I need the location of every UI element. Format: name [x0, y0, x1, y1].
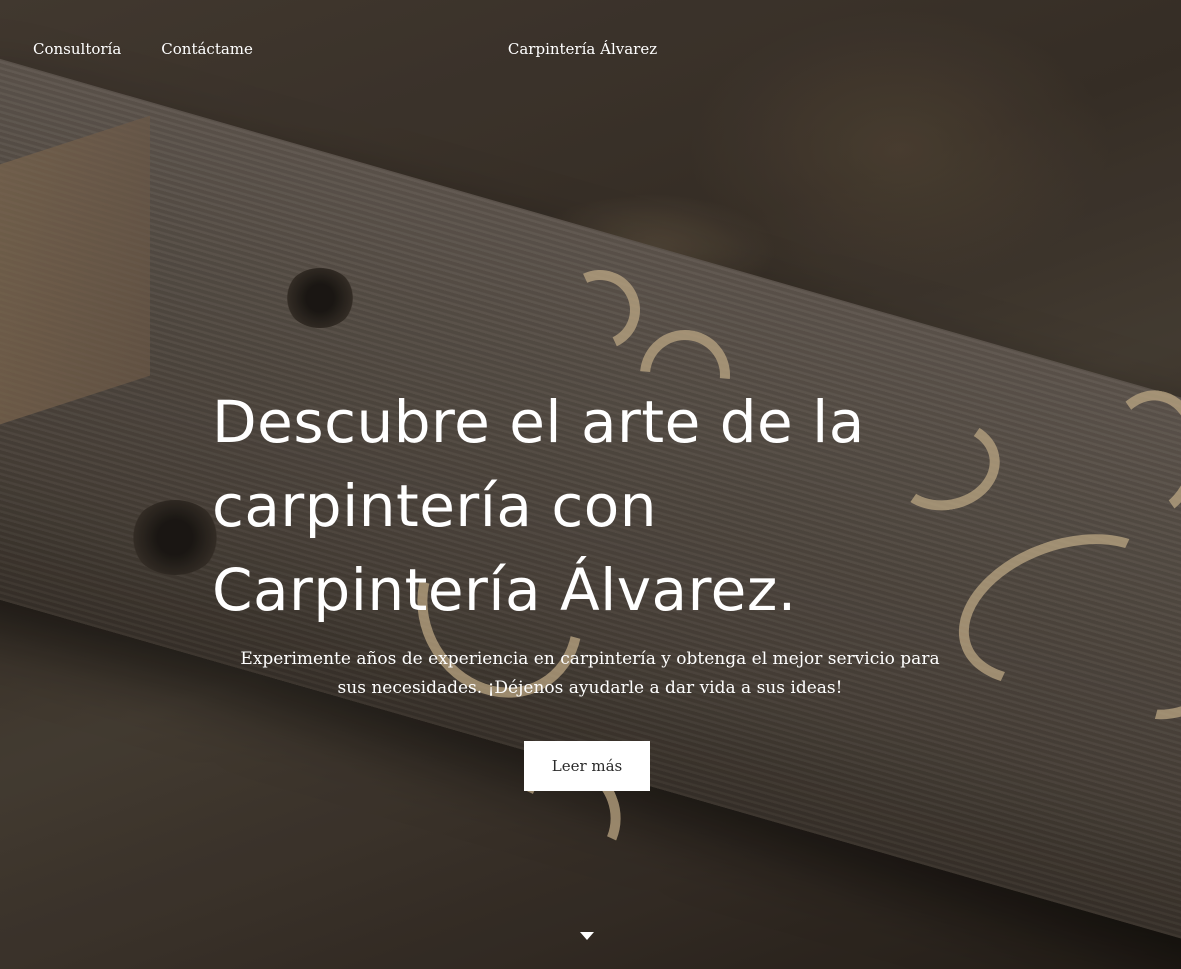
hero-headline: Descubre el arte de la carpintería con C…: [212, 388, 865, 624]
hero-section: Consultoría Contáctame Carpintería Álvar…: [0, 0, 1181, 969]
site-title[interactable]: Carpintería Álvarez: [0, 40, 1173, 58]
hero-subtext: Experimente años de experiencia en carpi…: [240, 649, 940, 698]
read-more-button[interactable]: Leer más: [524, 741, 650, 791]
caret-down-icon[interactable]: [580, 932, 594, 940]
